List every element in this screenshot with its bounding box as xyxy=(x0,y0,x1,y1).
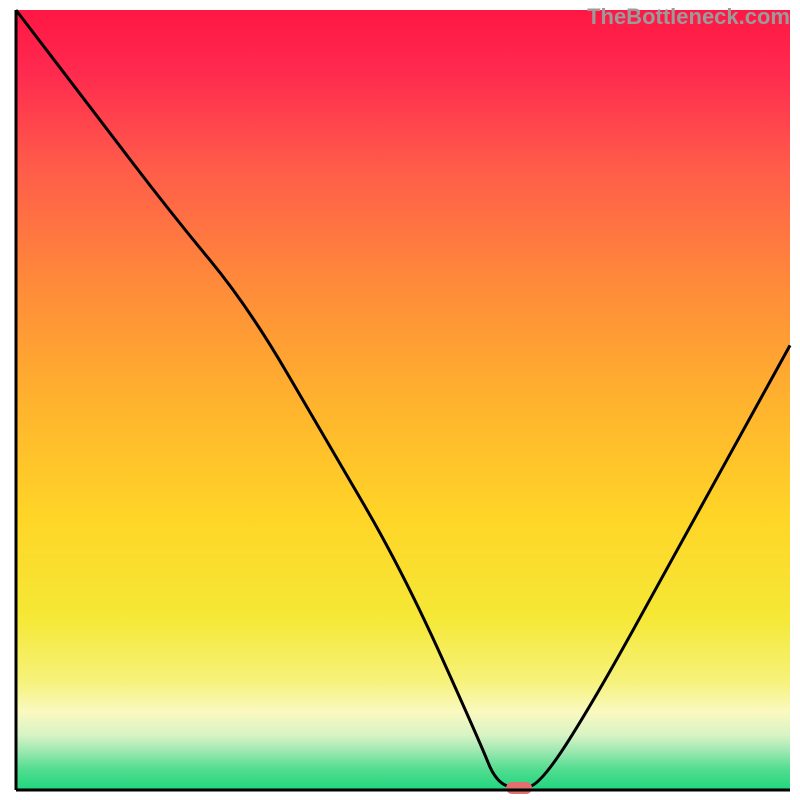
chart-svg xyxy=(0,0,800,800)
watermark-text: TheBottleneck.com xyxy=(587,4,790,30)
optimal-marker xyxy=(506,782,532,794)
plot-background xyxy=(16,10,790,790)
bottleneck-chart: TheBottleneck.com xyxy=(0,0,800,800)
